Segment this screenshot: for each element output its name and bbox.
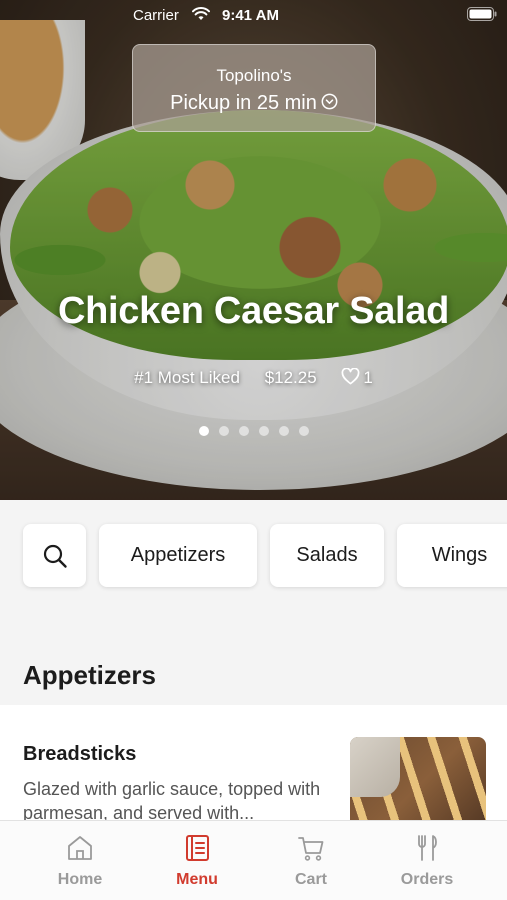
featured-dish-meta: #1 Most Liked $12.25 1 <box>0 368 507 388</box>
cart-icon <box>298 837 324 861</box>
likes-value: 1 <box>363 368 373 387</box>
category-chip-salads[interactable]: Salads <box>270 524 384 587</box>
chevron-down-circle-icon <box>321 93 338 110</box>
wifi-icon <box>192 7 210 20</box>
carousel-dot-active[interactable] <box>198 426 209 436</box>
carousel-dot[interactable] <box>238 426 249 436</box>
price-label: $12.25 <box>264 368 317 387</box>
carousel-dot[interactable] <box>298 426 309 436</box>
menu-item-card[interactable]: Breadsticks Glazed with garlic sauce, to… <box>0 705 507 837</box>
tab-home-label: Home <box>57 871 103 888</box>
tab-bar: Home Menu Cart Orders <box>0 820 507 900</box>
home-icon <box>68 836 92 860</box>
category-chip-wings[interactable]: Wings <box>397 524 507 587</box>
tab-cart-label: Cart <box>294 871 327 888</box>
battery-icon <box>467 7 497 21</box>
carousel-dot[interactable] <box>278 426 289 436</box>
pickup-time-label: Pickup in 25 min <box>170 92 317 114</box>
orders-icon <box>418 835 437 861</box>
status-bar: Carrier 9:41 AM <box>0 0 507 30</box>
pickup-time-row[interactable]: Pickup in 25 min <box>133 92 375 115</box>
search-icon <box>43 544 67 568</box>
rank-label: #1 Most Liked <box>134 368 240 387</box>
tab-orders-label: Orders <box>400 871 454 888</box>
tab-cart[interactable]: Cart <box>248 821 374 900</box>
category-chip-appetizers[interactable]: Appetizers <box>99 524 257 587</box>
carousel-dots[interactable] <box>0 423 507 441</box>
menu-item-description: Glazed with garlic sauce, topped with pa… <box>23 779 321 823</box>
pickup-selector[interactable]: Topolino's Pickup in 25 min <box>132 44 376 132</box>
search-button[interactable] <box>23 524 86 587</box>
store-name: Topolino's <box>216 66 292 85</box>
tab-orders[interactable]: Orders <box>364 821 490 900</box>
carrier-label: Carrier <box>133 7 179 24</box>
tab-home[interactable]: Home <box>17 821 143 900</box>
tab-menu-label: Menu <box>176 871 218 888</box>
hero-banner[interactable]: Carrier 9:41 AM Topolino's Pickup in 25 … <box>0 0 507 500</box>
featured-dish-title: Chicken Caesar Salad <box>57 290 450 332</box>
tab-menu[interactable]: Menu <box>134 821 260 900</box>
heart-icon <box>342 368 360 385</box>
likes-count[interactable]: 1 <box>341 368 373 387</box>
menu-icon <box>186 835 209 861</box>
carousel-dot[interactable] <box>258 426 269 436</box>
carousel-dot[interactable] <box>218 426 229 436</box>
menu-item-name: Breadsticks <box>23 743 137 765</box>
section-title: Appetizers <box>23 660 156 690</box>
clock-time: 9:41 AM <box>222 7 279 24</box>
category-bar: Appetizers Salads Wings <box>0 500 507 615</box>
